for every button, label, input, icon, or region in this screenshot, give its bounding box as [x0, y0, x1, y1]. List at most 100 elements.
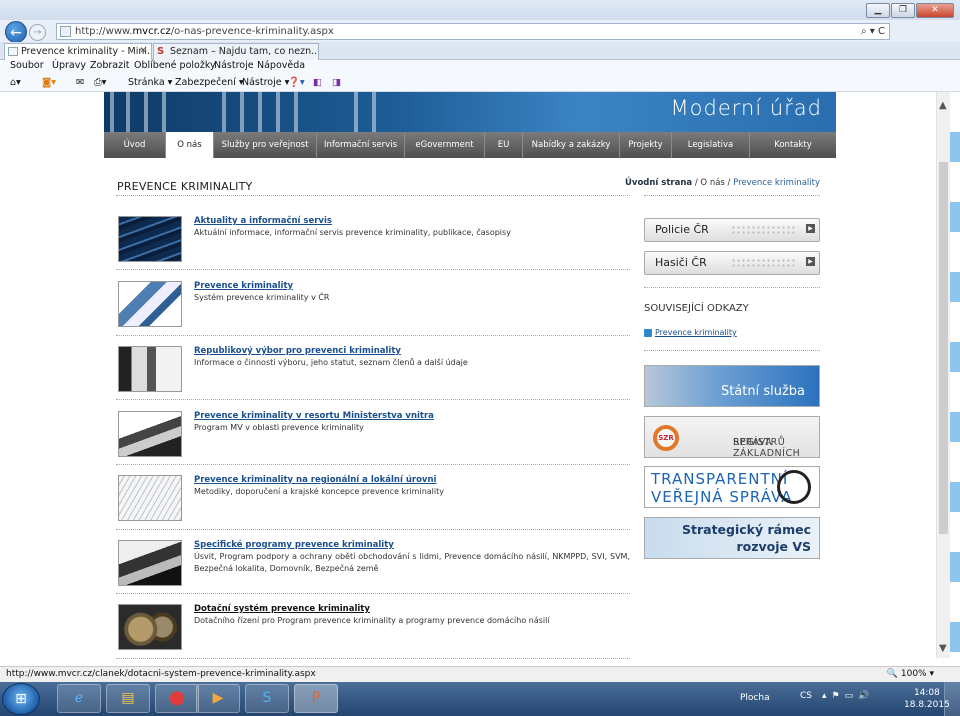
start-button[interactable]: ⊞ — [2, 683, 40, 715]
tools-menu[interactable]: Nástroje ▾ — [242, 76, 289, 89]
thumbnail-image[interactable] — [118, 216, 182, 262]
search-refresh-icons[interactable]: ⌕ ▾ C — [861, 24, 885, 39]
scroll-down-icon[interactable]: ▼ — [939, 643, 947, 654]
onenote-icon[interactable]: ◧ — [313, 76, 322, 89]
mail-icon[interactable]: ✉ — [76, 76, 84, 89]
clock-time: 14:08 — [913, 688, 940, 698]
banner-text: rozvoje VS — [736, 539, 811, 554]
nav-legislativa[interactable]: Legislativa — [672, 132, 750, 158]
policie-cr-button[interactable]: Policie ČR ▶ — [644, 218, 820, 242]
forward-button[interactable]: → — [29, 24, 46, 41]
item-link[interactable]: Specifické programy prevence kriminality — [194, 540, 394, 550]
tab-seznam[interactable]: S Seznam – Najdu tam, co nezn... — [153, 43, 319, 60]
menu-soubor[interactable]: Soubor — [10, 60, 44, 72]
system-tray: Plocha CS ▴⚑▭🔊 14:08 18.8.2015 — [730, 685, 950, 713]
address-bar[interactable]: http://www.mvcr.cz/o-nas-prevence-krimin… — [56, 23, 890, 40]
list-item: Specifické programy prevence kriminality… — [118, 540, 630, 588]
arrow-icon: ▶ — [806, 224, 815, 233]
nav-uvod[interactable]: Úvod — [104, 132, 166, 158]
nav-kontakty[interactable]: Kontakty — [750, 132, 836, 158]
menu-zobrazit[interactable]: Zobrazit — [90, 60, 129, 72]
transparentni-sprava-banner[interactable]: TRANSPARENTNÍ VEŘEJNÁ SPRÁVA — [644, 466, 820, 508]
close-button[interactable]: ✕ — [916, 3, 954, 18]
item-link[interactable]: Prevence kriminality v resortu Ministers… — [194, 411, 434, 421]
strategicky-ramec-banner[interactable]: Strategický rámec rozvoje VS — [644, 517, 820, 559]
vertical-scrollbar[interactable]: ▲ ▼ — [936, 92, 950, 658]
tab-prevence-kriminality[interactable]: Prevence kriminality - Mini... ✕ — [4, 43, 152, 60]
divider — [644, 195, 820, 196]
thumbnail-image[interactable] — [118, 281, 182, 327]
nav-o-nas[interactable]: O nás — [166, 132, 214, 158]
skype-taskbar-icon[interactable]: S — [245, 684, 289, 713]
item-link[interactable]: Aktuality a informační servis — [194, 216, 332, 226]
onenote-send-icon[interactable]: ◨ — [332, 76, 341, 89]
seznam-logo-icon: S — [157, 46, 165, 57]
tray-icons[interactable]: ▴⚑▭🔊 — [822, 691, 874, 701]
close-tab-icon[interactable]: ✕ — [139, 44, 147, 59]
thumbnail-image[interactable] — [118, 411, 182, 457]
szr-banner[interactable]: SZR SPRÁVA ZÁKLADNÍCH REGISTRŮ — [644, 416, 820, 458]
divider — [644, 287, 820, 288]
breadcrumb: Úvodní strana / O nás / Prevence krimina… — [625, 178, 820, 188]
rss-icon[interactable]: ◙▾ — [42, 76, 56, 89]
clock[interactable]: 14:08 18.8.2015 — [904, 687, 950, 711]
command-bar: ⌂▾ ◙▾ ✉ ⎙▾ Stránka ▾ Zabezpečení ▾ Nástr… — [0, 74, 960, 92]
security-menu[interactable]: Zabezpečení ▾ — [175, 76, 244, 89]
minimize-button[interactable]: ▁ — [866, 3, 890, 18]
item-link[interactable]: Prevence kriminality — [194, 281, 293, 291]
language-indicator[interactable]: CS — [800, 691, 812, 701]
nav-sluzby[interactable]: Služby pro veřejnost — [214, 132, 317, 158]
zoom-level[interactable]: 🔍 100% ▾ — [887, 667, 934, 681]
menu-oblibene[interactable]: Oblíbené položky — [134, 60, 216, 72]
thumbnail-image[interactable] — [118, 604, 182, 650]
back-button[interactable]: ← — [5, 21, 27, 43]
thumbnail-image[interactable] — [118, 346, 182, 392]
help-icon[interactable]: ❓▾ — [288, 76, 305, 89]
button-label: Hasiči ČR — [655, 256, 707, 269]
status-url: http://www.mvcr.cz/clanek/dotacni-system… — [6, 669, 316, 679]
powerpoint-taskbar-icon[interactable]: P — [294, 684, 338, 713]
thumbnail-image[interactable] — [118, 540, 182, 586]
list-item: Prevence kriminality Systém prevence kri… — [118, 281, 630, 329]
statni-sluzba-banner[interactable]: Státní služba — [644, 365, 820, 407]
divider — [116, 195, 630, 196]
tab-label: Prevence kriminality - Mini... — [21, 46, 152, 57]
item-link[interactable]: Dotační systém prevence kriminality — [194, 604, 370, 614]
breadcrumb-current: Prevence kriminality — [733, 178, 820, 188]
breadcrumb-home[interactable]: Úvodní strana — [625, 178, 692, 188]
nav-nabidky[interactable]: Nabídky a zakázky — [523, 132, 620, 158]
main-nav: Úvod O nás Služby pro veřejnost Informač… — [104, 132, 836, 158]
mail-taskbar-icon[interactable]: ⬤ — [155, 684, 199, 713]
media-taskbar-icon[interactable]: ▶ — [196, 684, 240, 713]
ie-taskbar-icon[interactable]: ℯ — [57, 684, 101, 713]
desktop-toolbar[interactable]: Plocha — [740, 693, 770, 703]
thumbnail-image[interactable] — [118, 475, 182, 521]
show-desktop-button[interactable] — [944, 682, 960, 716]
breadcrumb-parent[interactable]: O nás — [700, 178, 724, 188]
maximize-button[interactable]: ❐ — [891, 3, 915, 18]
print-icon[interactable]: ⎙▾ — [94, 76, 106, 89]
menu-bar: Soubor Úpravy Zobrazit Oblíbené položky … — [0, 60, 960, 74]
scroll-up-icon[interactable]: ▲ — [939, 100, 947, 111]
divider — [116, 399, 630, 400]
nav-eu[interactable]: EU — [485, 132, 523, 158]
item-link[interactable]: Republikový výbor pro prevenci kriminali… — [194, 346, 401, 356]
arrow-icon: ▶ — [806, 257, 815, 266]
home-icon[interactable]: ⌂▾ — [10, 76, 21, 89]
menu-napoveda[interactable]: Nápověda — [257, 60, 305, 72]
banner-title: Moderní úřad — [670, 96, 822, 120]
list-item: Prevence kriminality v resortu Ministers… — [118, 411, 630, 459]
nav-informacni-servis[interactable]: Informační servis — [317, 132, 405, 158]
scrollbar-thumb[interactable] — [939, 162, 948, 534]
list-item: Prevence kriminality na regionální a lok… — [118, 475, 630, 523]
page-menu[interactable]: Stránka ▾ — [128, 76, 172, 89]
bullet-icon — [644, 329, 652, 337]
nav-egovernment[interactable]: eGovernment — [405, 132, 485, 158]
menu-nastroje[interactable]: Nástroje — [214, 60, 254, 72]
related-link[interactable]: Prevence kriminality — [655, 328, 737, 337]
hasici-cr-button[interactable]: Hasiči ČR ▶ — [644, 251, 820, 275]
item-link[interactable]: Prevence kriminality na regionální a lok… — [194, 475, 436, 485]
explorer-taskbar-icon[interactable]: ▤ — [106, 684, 150, 713]
menu-upravy[interactable]: Úpravy — [52, 60, 86, 72]
nav-projekty[interactable]: Projekty — [620, 132, 672, 158]
